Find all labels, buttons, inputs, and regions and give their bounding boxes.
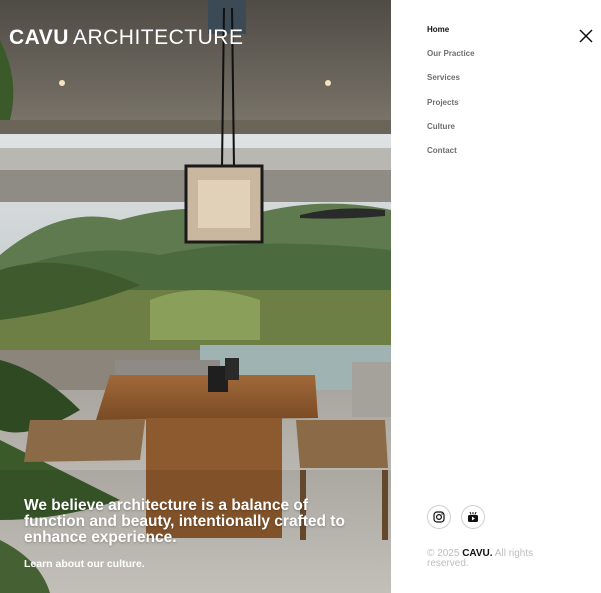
main-menu: Home Our Practice Services Projects Cult…: [427, 25, 475, 170]
hero-image: CAVU ARCHITECTURE We believe architecture…: [0, 0, 391, 593]
culture-link[interactable]: Learn about our culture.: [24, 558, 145, 570]
logo-light-text: ARCHITECTURE: [72, 26, 244, 49]
youtube-icon: [468, 511, 478, 522]
close-icon: [579, 29, 593, 43]
menu-item-our-practice[interactable]: Our Practice: [427, 49, 475, 73]
logo-bold-text: CAVU: [9, 26, 69, 49]
menu-item-contact[interactable]: Contact: [427, 146, 475, 170]
menu-item-culture[interactable]: Culture: [427, 122, 475, 146]
hero-tagline: We believe architecture is a balance of …: [24, 497, 345, 546]
youtube-button[interactable]: [461, 505, 485, 529]
menu-item-home[interactable]: Home: [427, 25, 475, 49]
menu-item-services[interactable]: Services: [427, 73, 475, 97]
copyright: © 2025 CAVU. All rights reserved.: [427, 549, 567, 569]
instagram-button[interactable]: [427, 505, 451, 529]
instagram-icon: [433, 511, 445, 523]
logo[interactable]: CAVU ARCHITECTURE: [9, 27, 243, 49]
close-button[interactable]: [578, 28, 594, 44]
menu-item-projects[interactable]: Projects: [427, 98, 475, 122]
